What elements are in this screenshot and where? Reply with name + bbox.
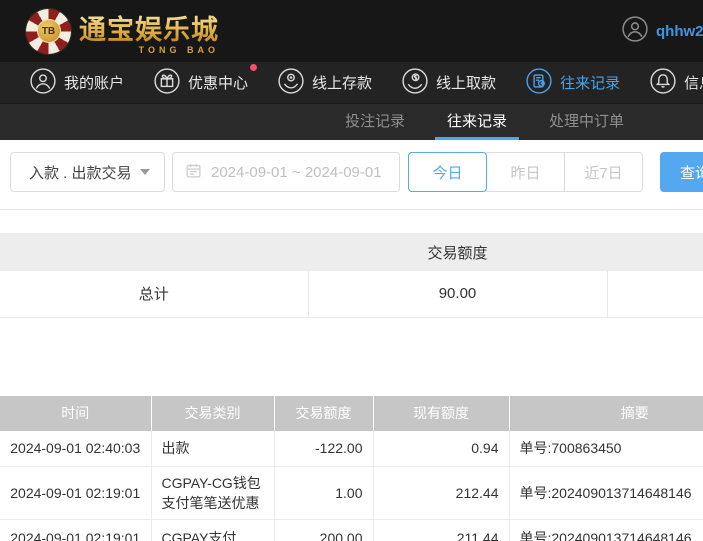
col-header-type: 交易类别 [151, 396, 274, 431]
cell-time: 2024-09-01 02:19:01 [0, 467, 151, 520]
col-header-amount: 交易额度 [274, 396, 373, 431]
table-row: 2024-09-01 02:19:01 CGPAY-CG钱包支付笔笔送优惠 1.… [0, 467, 703, 520]
tab-transaction-records[interactable]: 往来记录 [435, 104, 519, 140]
cell-memo: 单号:202409013714648146 [509, 467, 703, 520]
summary-total-blank [607, 271, 703, 317]
record-tabs-bar: 投注记录 往来记录 处理中订单 [0, 103, 703, 140]
brand-title-en: TONG BAO [139, 45, 219, 55]
cell-memo: 单号:700863450 [509, 431, 703, 467]
date-range-picker[interactable]: 2024-09-01 ~ 2024-09-01 [172, 152, 400, 192]
transaction-type-select[interactable]: 入款 . 出款交易 [10, 152, 165, 192]
summary-total-row: 总计 90.00 [0, 271, 703, 317]
main-navigation-bar: 我的账户 优惠中心 线上存款 线上取款 [0, 62, 703, 103]
summary-total-label: 总计 [0, 271, 308, 317]
brand-title-cn: 通宝娱乐城 [79, 8, 219, 47]
nav-item-label: 我的账户 [64, 72, 124, 93]
cell-type: CGPAY支付 [151, 520, 274, 541]
today-button[interactable]: 今日 [408, 152, 487, 192]
bell-icon [650, 68, 676, 98]
user-icon [30, 68, 56, 98]
poker-chip-logo-icon: TB [26, 9, 71, 54]
cell-time: 2024-09-01 02:19:01 [0, 520, 151, 541]
table-header-row: 时间 交易类别 交易额度 现有额度 摘要 [0, 396, 703, 431]
nav-item-promotions[interactable]: 优惠中心 [154, 68, 248, 98]
gift-icon [154, 68, 180, 98]
summary-header-amount: 交易额度 [308, 233, 607, 271]
cell-balance: 0.94 [373, 431, 509, 467]
calendar-icon [185, 162, 202, 183]
avatar-icon [622, 16, 648, 47]
nav-item-messages[interactable]: 信息 [650, 68, 703, 98]
date-range-value: 2024-09-01 ~ 2024-09-01 [211, 164, 382, 181]
nav-item-label: 线上存款 [312, 72, 372, 93]
quick-date-button-group: 今日 昨日 近7日 [408, 152, 643, 192]
summary-header-row: 交易额度 [0, 233, 703, 271]
col-header-balance: 现有额度 [373, 396, 509, 431]
nav-item-transaction-records[interactable]: 往来记录 [526, 68, 620, 98]
brand-title: 通宝娱乐城 TONG BAO [79, 8, 219, 55]
summary-table: 交易额度 总计 90.00 [0, 233, 703, 318]
summary-total-value: 90.00 [308, 271, 607, 317]
username-text[interactable]: qhhw2 [656, 23, 703, 40]
transactions-table: 时间 交易类别 交易额度 现有额度 摘要 2024-09-01 02:40:03… [0, 396, 703, 541]
nav-item-withdraw[interactable]: 线上取款 [402, 68, 496, 98]
nav-item-label: 往来记录 [560, 72, 620, 93]
section-divider [0, 209, 703, 210]
chip-tb-monogram: TB [37, 19, 61, 43]
cell-balance: 211.44 [373, 520, 509, 541]
cell-type: 出款 [151, 431, 274, 467]
withdraw-icon [402, 68, 428, 98]
summary-header-blank [0, 233, 308, 271]
filter-toolbar: 入款 . 出款交易 2024-09-01 ~ 2024-09-01 今日 昨日 … [10, 152, 703, 192]
cell-amount: 1.00 [274, 467, 373, 520]
cell-balance: 212.44 [373, 467, 509, 520]
last7days-button[interactable]: 近7日 [564, 152, 643, 192]
brand-logo[interactable]: TB 通宝娱乐城 TONG BAO [26, 8, 219, 55]
cell-memo: 单号:202409013714648146 [509, 520, 703, 541]
tab-pending-orders[interactable]: 处理中订单 [537, 104, 636, 140]
col-header-time: 时间 [0, 396, 151, 431]
tab-betting-records[interactable]: 投注记录 [333, 104, 417, 140]
user-account-area[interactable]: qhhw2 [622, 0, 703, 62]
nav-item-my-account[interactable]: 我的账户 [30, 68, 124, 98]
search-button[interactable]: 查询 [660, 152, 703, 192]
nav-item-label: 信息 [684, 72, 703, 93]
cell-time: 2024-09-01 02:40:03 [0, 431, 151, 467]
col-header-memo: 摘要 [509, 396, 703, 431]
cell-type: CGPAY-CG钱包支付笔笔送优惠 [151, 467, 274, 520]
top-header-bar: TB 通宝娱乐城 TONG BAO qhhw2 [0, 0, 703, 62]
notification-dot [250, 64, 257, 71]
deposit-icon [278, 68, 304, 98]
summary-header-blank2 [607, 233, 703, 271]
transaction-type-value: 入款 . 出款交易 [29, 162, 132, 183]
records-icon [526, 68, 552, 98]
table-row: 2024-09-01 02:19:01 CGPAY支付 200.00 211.4… [0, 520, 703, 541]
cell-amount: -122.00 [274, 431, 373, 467]
cell-amount: 200.00 [274, 520, 373, 541]
table-row: 2024-09-01 02:40:03 出款 -122.00 0.94 单号:7… [0, 431, 703, 467]
nav-item-label: 线上取款 [436, 72, 496, 93]
yesterday-button[interactable]: 昨日 [486, 152, 565, 192]
nav-item-label: 优惠中心 [188, 72, 248, 93]
nav-item-deposit[interactable]: 线上存款 [278, 68, 372, 98]
chevron-down-icon [140, 169, 150, 175]
